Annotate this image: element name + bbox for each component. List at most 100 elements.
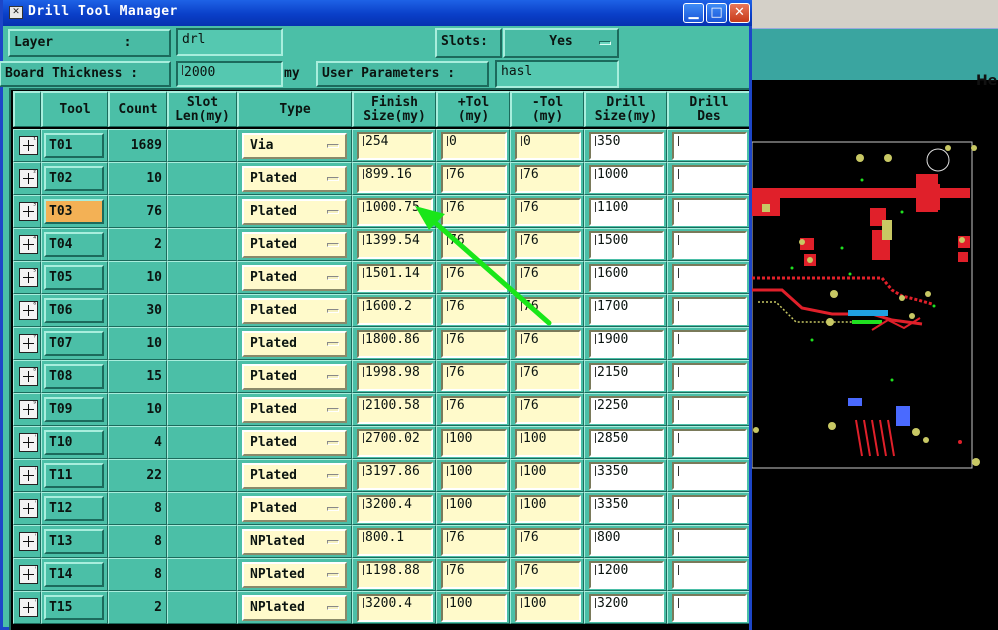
mtol-input[interactable]: 76 bbox=[515, 561, 581, 589]
mtol-input[interactable]: 76 bbox=[515, 297, 581, 325]
type-dropdown[interactable]: Via bbox=[242, 133, 347, 159]
expand-plus-icon[interactable]: ⁴ bbox=[19, 235, 38, 254]
user-parameters-field[interactable]: hasl bbox=[495, 60, 619, 88]
des-input[interactable] bbox=[672, 297, 747, 325]
type-dropdown[interactable]: Plated bbox=[242, 232, 347, 258]
mtol-input[interactable]: 100 bbox=[515, 495, 581, 523]
type-dropdown[interactable]: Plated bbox=[242, 331, 347, 357]
des-input[interactable] bbox=[672, 231, 747, 259]
ptol-input[interactable]: 100 bbox=[441, 462, 507, 490]
header-slot-len[interactable]: Slot Len(my) bbox=[167, 91, 237, 127]
header-drill-des[interactable]: Drill Des bbox=[667, 91, 749, 127]
des-input[interactable] bbox=[672, 528, 747, 556]
expand-plus-icon[interactable]: ³ bbox=[19, 202, 38, 221]
mtol-input[interactable]: 76 bbox=[515, 165, 581, 193]
type-dropdown[interactable]: Plated bbox=[242, 265, 347, 291]
ptol-input[interactable]: 76 bbox=[441, 297, 507, 325]
expand-plus-icon[interactable]: ⁱ bbox=[19, 499, 38, 518]
slots-dropdown[interactable]: Yes bbox=[503, 28, 619, 58]
mtol-input[interactable]: 76 bbox=[515, 528, 581, 556]
type-dropdown[interactable]: Plated bbox=[242, 463, 347, 489]
mtol-input[interactable]: 100 bbox=[515, 429, 581, 457]
ptol-input[interactable]: 76 bbox=[441, 264, 507, 292]
expand-plus-icon[interactable]: ⁶ bbox=[19, 301, 38, 320]
finish-input[interactable]: 1800.86 bbox=[357, 330, 433, 358]
tool-button[interactable]: T03 bbox=[44, 199, 104, 224]
finish-input[interactable]: 2100.58 bbox=[357, 396, 433, 424]
mtol-input[interactable]: 76 bbox=[515, 231, 581, 259]
finish-input[interactable]: 254 bbox=[357, 132, 433, 160]
maximize-button[interactable]: □ bbox=[706, 3, 727, 23]
title-bar[interactable]: ✕ Drill Tool Manager ▁ □ ✕ bbox=[3, 0, 752, 26]
ptol-input[interactable]: 76 bbox=[441, 330, 507, 358]
des-input[interactable] bbox=[672, 495, 747, 523]
expand-plus-icon[interactable]: ⁱ bbox=[19, 565, 38, 584]
expand-plus-icon[interactable]: ⁱ bbox=[19, 433, 38, 452]
tool-button[interactable]: T11 bbox=[44, 463, 104, 488]
header-plus-tol[interactable]: +Tol (my) bbox=[436, 91, 510, 127]
des-input[interactable] bbox=[672, 594, 747, 622]
tool-button[interactable]: T06 bbox=[44, 298, 104, 323]
tool-button[interactable]: T08 bbox=[44, 364, 104, 389]
finish-input[interactable]: 3200.4 bbox=[357, 594, 433, 622]
finish-input[interactable]: 3200.4 bbox=[357, 495, 433, 523]
mtol-input[interactable]: 0 bbox=[515, 132, 581, 160]
drill-input[interactable]: 1700 bbox=[589, 297, 664, 325]
tool-button[interactable]: T13 bbox=[44, 529, 104, 554]
header-count[interactable]: Count bbox=[108, 91, 167, 127]
drill-input[interactable]: 2850 bbox=[589, 429, 664, 457]
drill-input[interactable]: 1200 bbox=[589, 561, 664, 589]
type-dropdown[interactable]: Plated bbox=[242, 430, 347, 456]
expand-plus-icon[interactable]: ⁱ bbox=[19, 466, 38, 485]
ptol-input[interactable]: 76 bbox=[441, 528, 507, 556]
des-input[interactable] bbox=[672, 396, 747, 424]
finish-input[interactable]: 1399.54 bbox=[357, 231, 433, 259]
drill-input[interactable]: 1900 bbox=[589, 330, 664, 358]
mtol-input[interactable]: 76 bbox=[515, 330, 581, 358]
tool-button[interactable]: T04 bbox=[44, 232, 104, 257]
tool-button[interactable]: T10 bbox=[44, 430, 104, 455]
des-input[interactable] bbox=[672, 264, 747, 292]
mtol-input[interactable]: 76 bbox=[515, 363, 581, 391]
des-input[interactable] bbox=[672, 429, 747, 457]
finish-input[interactable]: 1998.98 bbox=[357, 363, 433, 391]
tool-button[interactable]: T01 bbox=[44, 133, 104, 158]
ptol-input[interactable]: 76 bbox=[441, 165, 507, 193]
mtol-input[interactable]: 76 bbox=[515, 198, 581, 226]
drill-input[interactable]: 2150 bbox=[589, 363, 664, 391]
finish-input[interactable]: 1198.88 bbox=[357, 561, 433, 589]
drill-input[interactable]: 3350 bbox=[589, 462, 664, 490]
type-dropdown[interactable]: Plated bbox=[242, 364, 347, 390]
ptol-input[interactable]: 76 bbox=[441, 363, 507, 391]
expand-plus-icon[interactable]: ⁸ bbox=[19, 367, 38, 386]
type-dropdown[interactable]: Plated bbox=[242, 199, 347, 225]
type-dropdown[interactable]: NPlated bbox=[242, 529, 347, 555]
window-app-icon[interactable]: ✕ bbox=[9, 6, 23, 19]
drill-input[interactable]: 3200 bbox=[589, 594, 664, 622]
finish-input[interactable]: 800.1 bbox=[357, 528, 433, 556]
drill-input[interactable]: 3350 bbox=[589, 495, 664, 523]
header-tool[interactable]: Tool bbox=[41, 91, 108, 127]
ptol-input[interactable]: 76 bbox=[441, 561, 507, 589]
expand-plus-icon[interactable]: ⁵ bbox=[19, 268, 38, 287]
drill-input[interactable]: 1000 bbox=[589, 165, 664, 193]
close-button[interactable]: ✕ bbox=[729, 3, 750, 23]
header-finish-size[interactable]: Finish Size(my) bbox=[352, 91, 436, 127]
expand-plus-icon[interactable]: ⁷ bbox=[19, 334, 38, 353]
drill-input[interactable]: 2250 bbox=[589, 396, 664, 424]
drill-input[interactable]: 1600 bbox=[589, 264, 664, 292]
expand-plus-icon[interactable]: ⁱ bbox=[19, 532, 38, 551]
mtol-input[interactable]: 100 bbox=[515, 594, 581, 622]
header-drill-size[interactable]: Drill Size(my) bbox=[584, 91, 667, 127]
ptol-input[interactable]: 76 bbox=[441, 231, 507, 259]
des-input[interactable] bbox=[672, 132, 747, 160]
layer-field[interactable]: drl bbox=[176, 28, 283, 56]
tool-button[interactable]: T14 bbox=[44, 562, 104, 587]
drill-input[interactable]: 800 bbox=[589, 528, 664, 556]
type-dropdown[interactable]: Plated bbox=[242, 397, 347, 423]
mtol-input[interactable]: 76 bbox=[515, 264, 581, 292]
expand-plus-icon[interactable]: ⁱ bbox=[19, 598, 38, 617]
ptol-input[interactable]: 100 bbox=[441, 495, 507, 523]
finish-input[interactable]: 1600.2 bbox=[357, 297, 433, 325]
drill-input[interactable]: 1500 bbox=[589, 231, 664, 259]
